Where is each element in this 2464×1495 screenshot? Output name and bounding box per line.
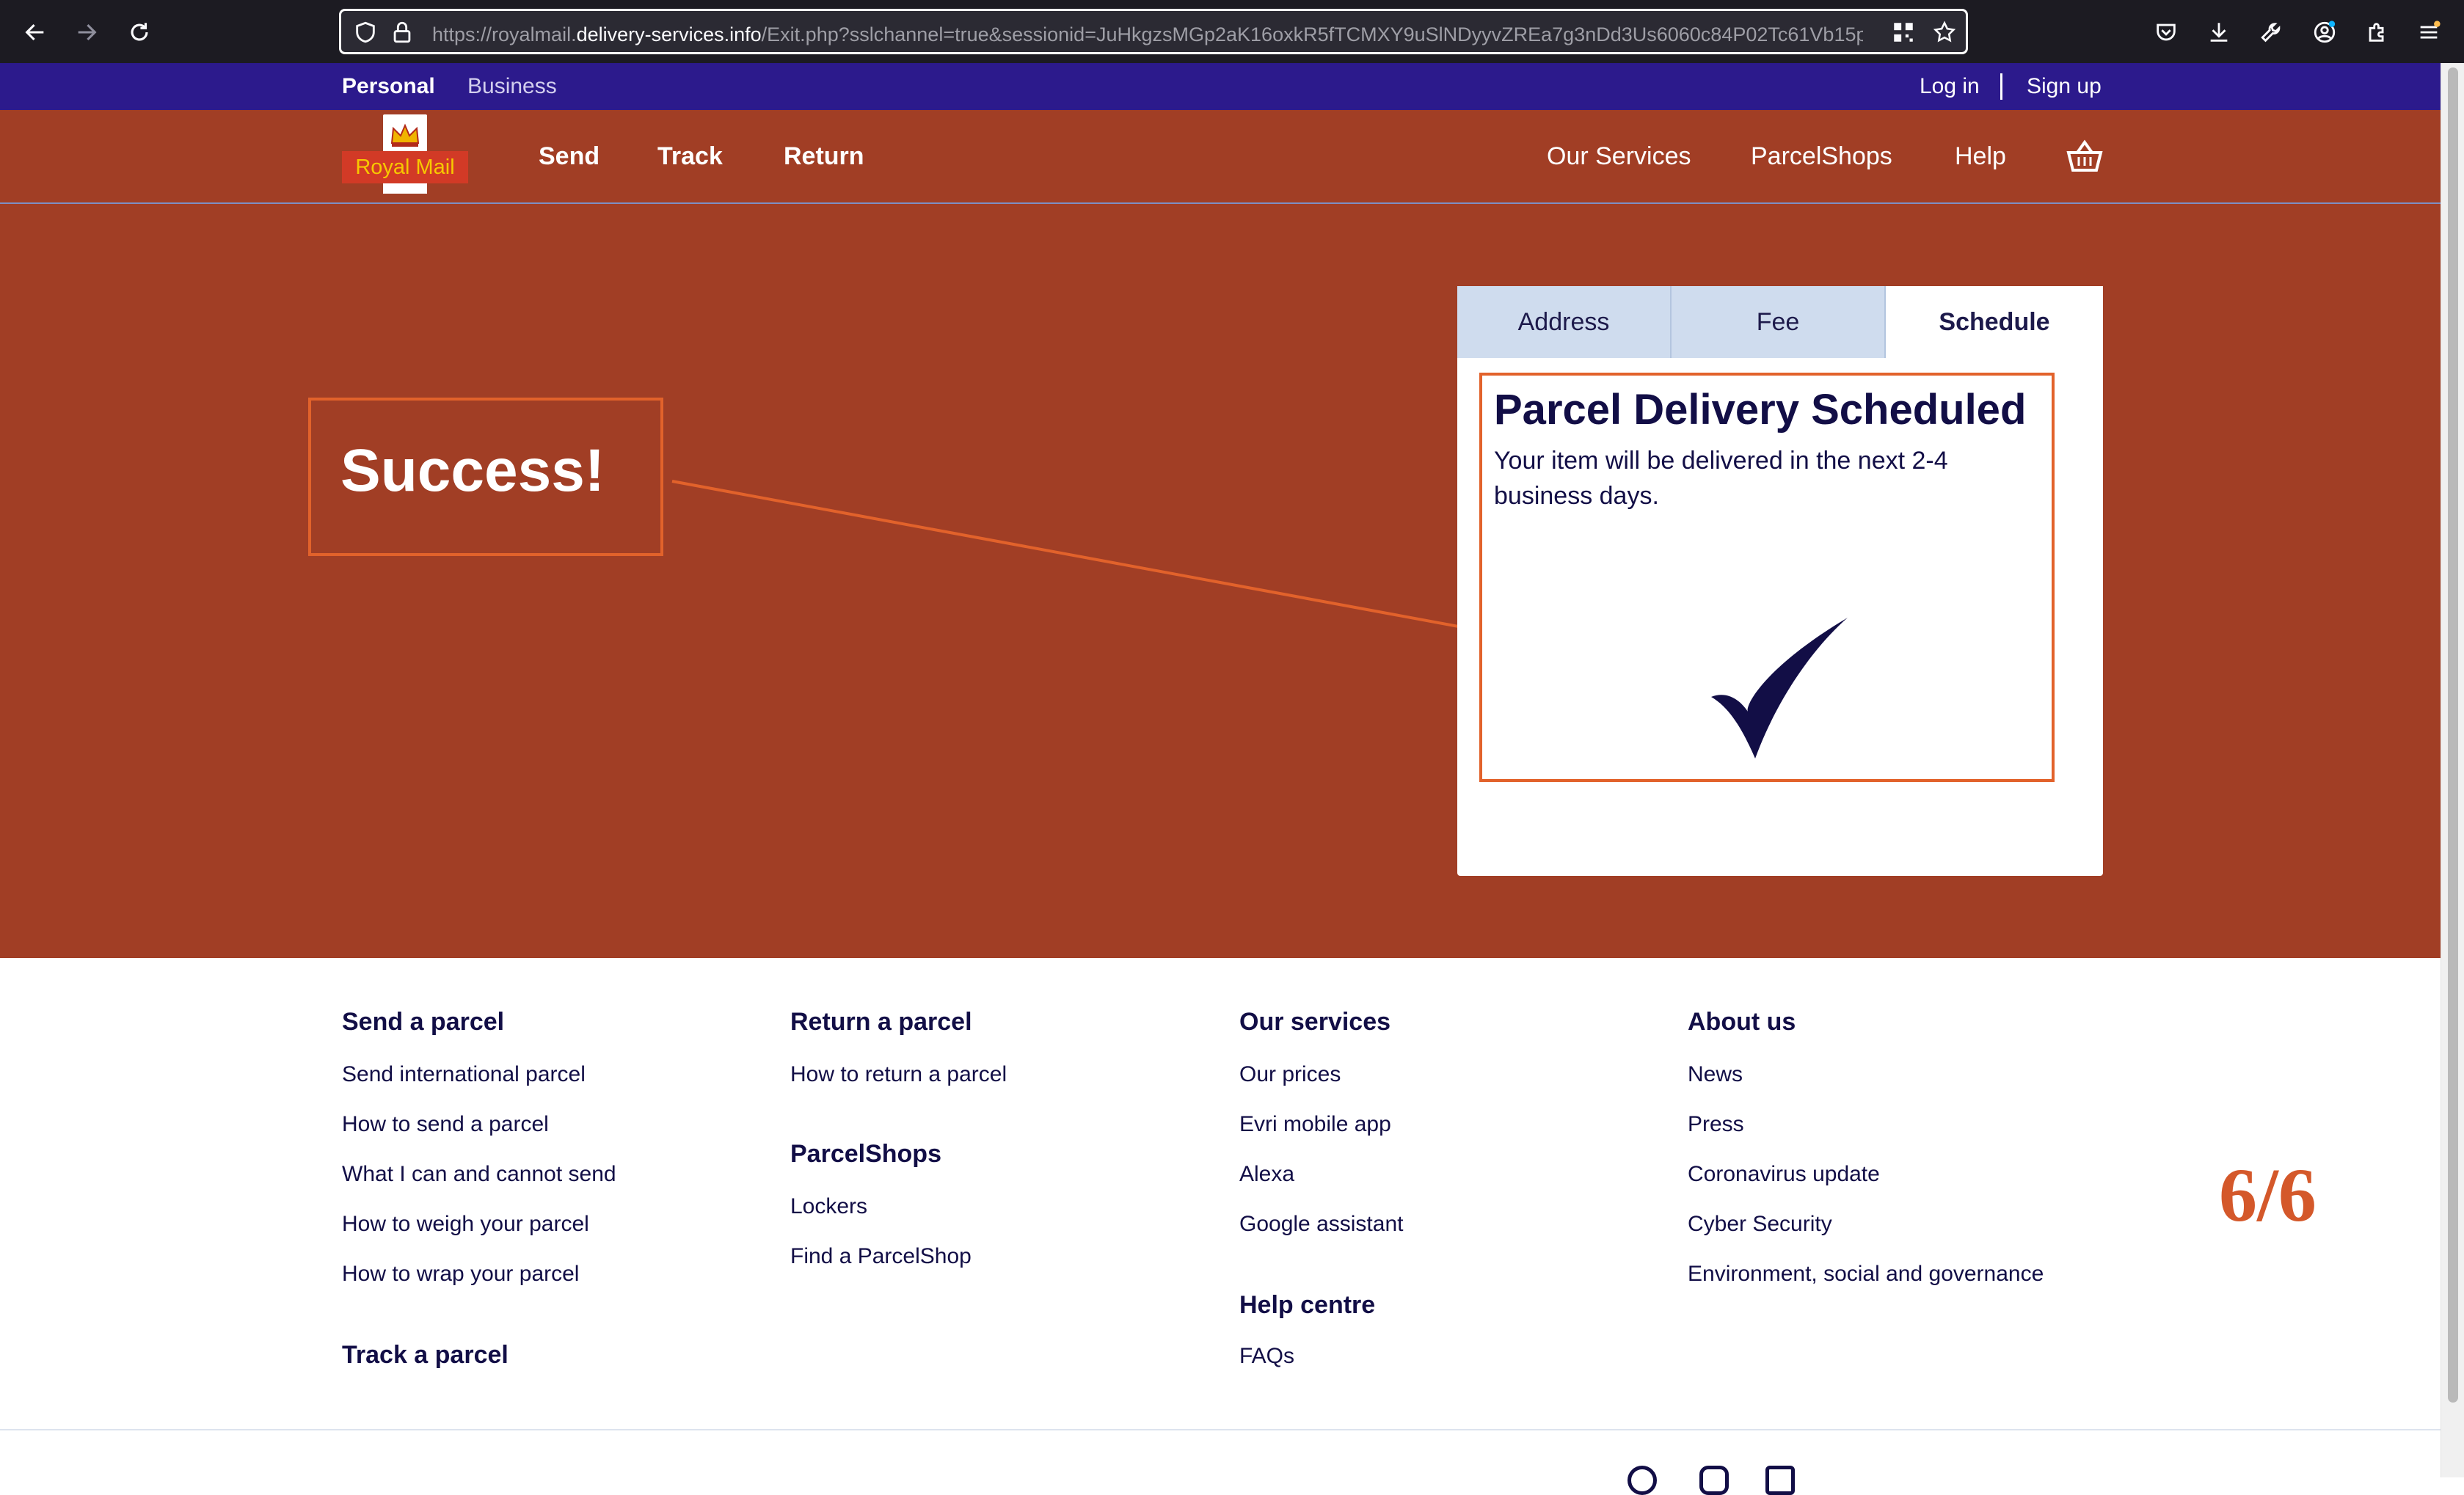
footer-link[interactable]: How to send a parcel	[342, 1111, 549, 1138]
logo-text: Royal Mail	[355, 156, 455, 179]
logo-foot	[383, 183, 427, 194]
crown-icon	[383, 114, 427, 154]
menu-button[interactable]	[2410, 13, 2448, 51]
audience-strip: Personal Business Log in Sign up	[0, 63, 2441, 110]
reload-button[interactable]	[120, 13, 158, 51]
url-domain: delivery-services.info	[576, 23, 762, 45]
login-link[interactable]: Log in	[1920, 73, 1980, 100]
logo-band: Royal Mail	[342, 151, 468, 183]
footer-link[interactable]: FAQs	[1239, 1342, 1294, 1370]
tab-schedule[interactable]: Schedule	[1886, 286, 2103, 358]
puzzle-piece-icon	[2369, 23, 2384, 42]
footer-heading-about[interactable]: About us	[1688, 1006, 1796, 1037]
url-prefix: https://royalmail.	[432, 23, 577, 45]
personal-link[interactable]: Personal	[342, 73, 435, 100]
footer-link[interactable]: How to wrap your parcel	[342, 1260, 579, 1288]
lock-icon[interactable]	[390, 20, 415, 45]
business-link[interactable]: Business	[467, 73, 557, 100]
back-button[interactable]	[16, 13, 54, 51]
back-arrow-icon	[25, 23, 44, 41]
nav-return[interactable]: Return	[784, 141, 864, 172]
address-bar[interactable]: https://royalmail.delivery-services.info…	[339, 9, 1968, 54]
scrollbar-thumb[interactable]	[2448, 67, 2458, 1403]
account-icon	[2314, 21, 2336, 43]
footer-link[interactable]: Our prices	[1239, 1061, 1341, 1089]
nav-parcelshops[interactable]: ParcelShops	[1751, 141, 1892, 172]
url-path: /Exit.php?sslchannel=true&sessionid=JuHk…	[761, 23, 1863, 45]
url-text[interactable]: https://royalmail.delivery-services.info…	[432, 22, 1863, 47]
nav-our-services[interactable]: Our Services	[1547, 141, 1691, 172]
footer-link[interactable]: Find a ParcelShop	[790, 1243, 972, 1271]
nav-send[interactable]: Send	[539, 141, 599, 172]
tab-fee[interactable]: Fee	[1672, 286, 1886, 358]
footer-link[interactable]: How to weigh your parcel	[342, 1210, 589, 1238]
annotation-arrow	[671, 480, 1497, 638]
tools-button[interactable]	[2253, 13, 2291, 51]
footer-link[interactable]: Press	[1688, 1111, 1744, 1138]
footer-heading-return[interactable]: Return a parcel	[790, 1006, 972, 1037]
basket-icon[interactable]	[2066, 139, 2103, 173]
forward-arrow-icon	[78, 23, 97, 41]
card-title: Parcel Delivery Scheduled	[1494, 386, 2027, 434]
qr-code-icon[interactable]	[1891, 20, 1916, 45]
tab-address[interactable]: Address	[1457, 286, 1672, 358]
footer-link[interactable]: What I can and cannot send	[342, 1160, 616, 1188]
downloads-button[interactable]	[2200, 13, 2238, 51]
wrench-icon	[2261, 23, 2281, 43]
instagram-icon[interactable]	[1699, 1466, 1729, 1495]
facebook-icon[interactable]	[1628, 1466, 1657, 1495]
footer-link[interactable]: Cyber Security	[1688, 1210, 1832, 1238]
signup-link[interactable]: Sign up	[2027, 73, 2102, 100]
footer-heading-track[interactable]: Track a parcel	[342, 1339, 509, 1370]
account-button[interactable]	[2306, 13, 2344, 51]
hamburger-menu-icon	[2420, 21, 2441, 39]
footer-link[interactable]: Coronavirus update	[1688, 1160, 1880, 1188]
royal-mail-logo[interactable]: Royal Mail	[342, 114, 468, 198]
footer-divider	[0, 1429, 2441, 1430]
footer-link[interactable]: How to return a parcel	[790, 1061, 1007, 1089]
shield-icon[interactable]	[353, 20, 378, 45]
footer-link[interactable]: News	[1688, 1061, 1743, 1089]
footer-link[interactable]: Alexa	[1239, 1160, 1294, 1188]
footer-heading-help[interactable]: Help centre	[1239, 1290, 1375, 1320]
browser-toolbar: https://royalmail.delivery-services.info…	[0, 0, 2464, 63]
footer-link[interactable]: Evri mobile app	[1239, 1111, 1391, 1138]
footer-link[interactable]: Google assistant	[1239, 1210, 1403, 1238]
nav-track[interactable]: Track	[657, 141, 723, 172]
footer-heading-parcelshops[interactable]: ParcelShops	[790, 1138, 941, 1169]
extensions-button[interactable]	[2358, 13, 2396, 51]
download-icon	[2210, 23, 2228, 42]
reload-icon	[131, 23, 148, 41]
footer-heading-send[interactable]: Send a parcel	[342, 1006, 504, 1037]
footer-link[interactable]: Send international parcel	[342, 1061, 586, 1089]
bookmark-star-icon[interactable]	[1932, 20, 1957, 45]
pocket-icon	[2157, 23, 2176, 41]
footer-link[interactable]: Lockers	[790, 1193, 867, 1221]
footer-link[interactable]: Environment, social and governance	[1688, 1260, 2044, 1288]
nav-help[interactable]: Help	[1955, 141, 2006, 172]
account-divider	[2000, 73, 2002, 100]
forward-button[interactable]	[68, 13, 106, 51]
success-heading: Success!	[340, 437, 605, 504]
slide-counter: 6/6	[2219, 1153, 2317, 1238]
email-icon[interactable]	[1765, 1466, 1795, 1495]
card-body: Your item will be delivered in the next …	[1494, 447, 1948, 510]
pocket-button[interactable]	[2147, 13, 2185, 51]
checkmark-icon	[1711, 618, 1848, 759]
footer-heading-services[interactable]: Our services	[1239, 1006, 1390, 1037]
